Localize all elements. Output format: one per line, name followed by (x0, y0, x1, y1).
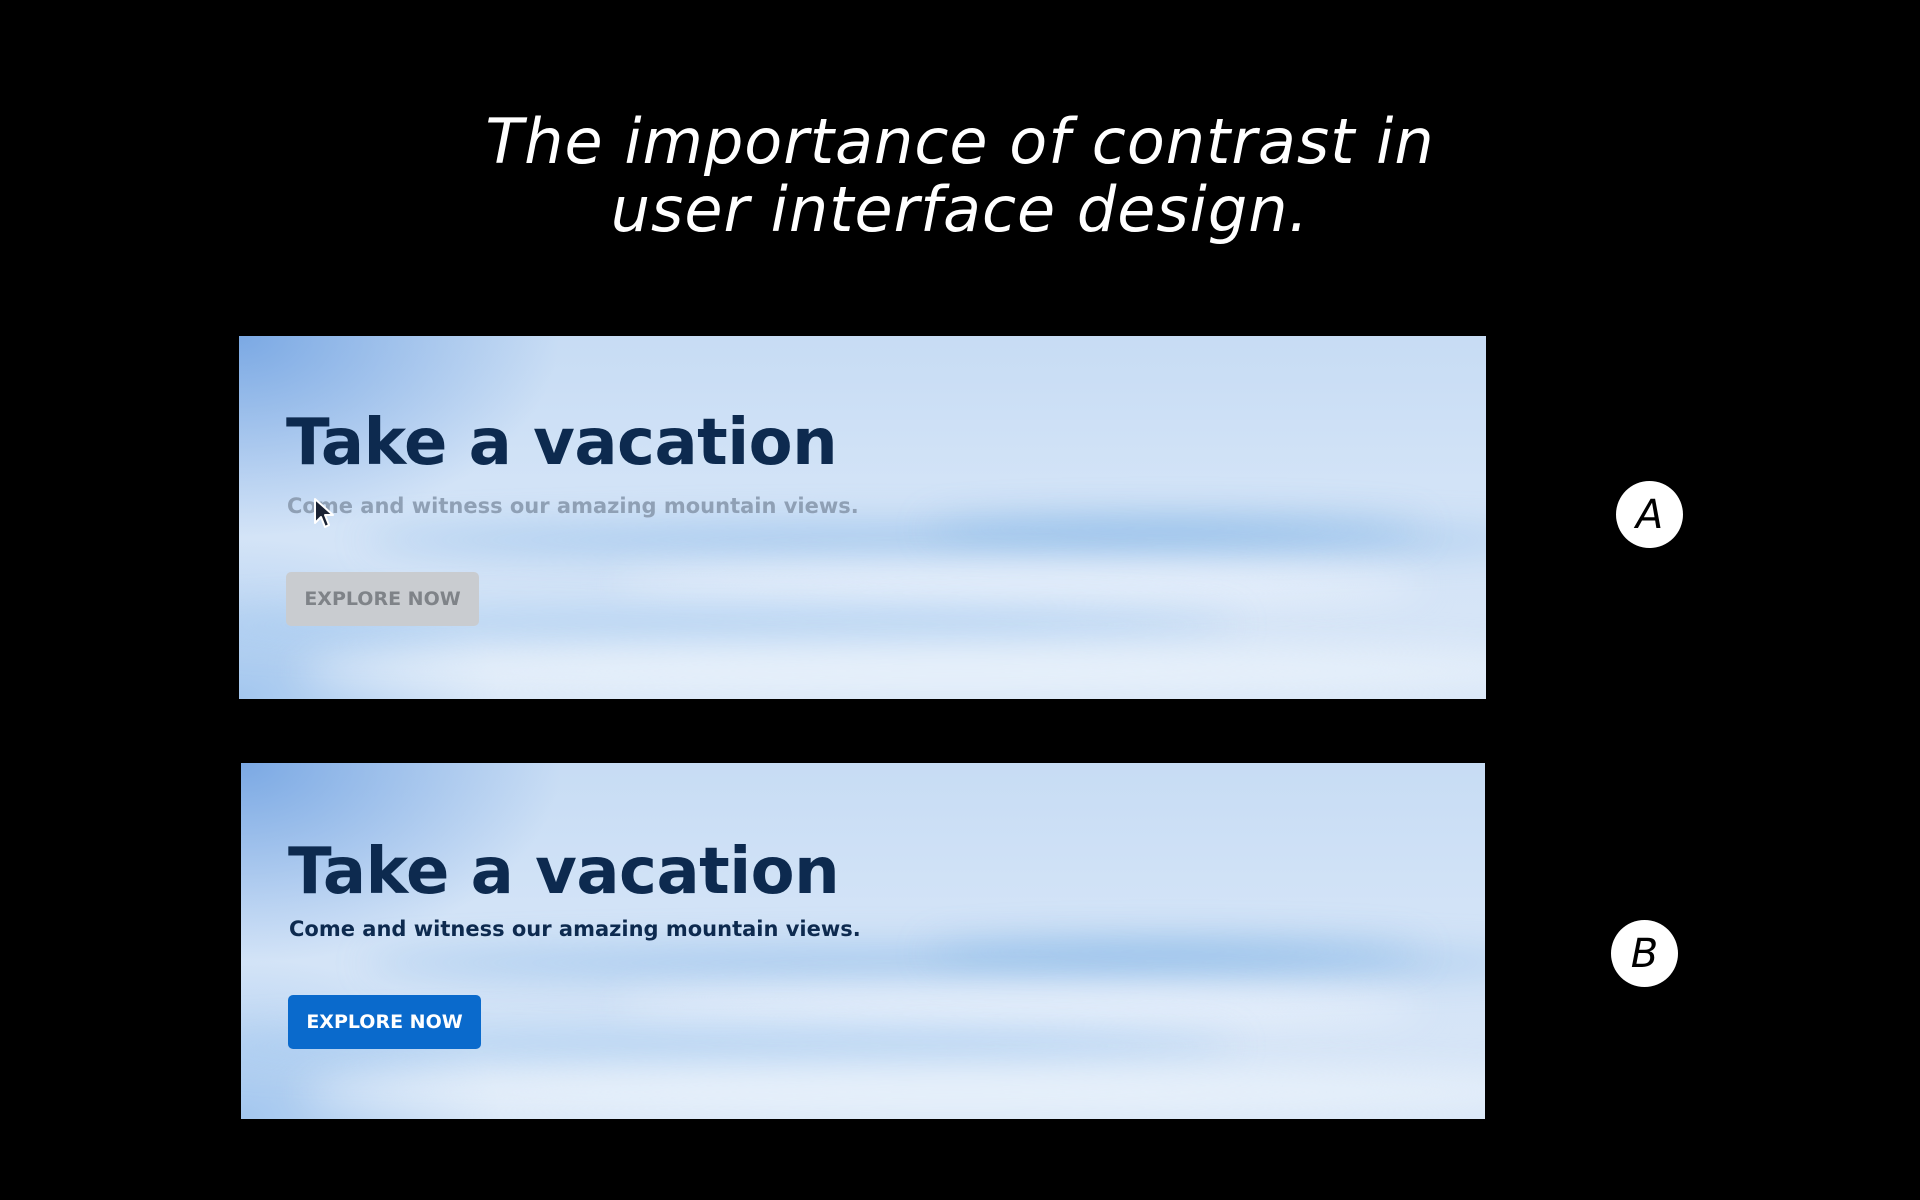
banner-a-low-contrast: Take a vacation Come and witness our ama… (239, 336, 1486, 699)
mouse-pointer-icon (314, 498, 334, 528)
page-title: The importance of contrast in user inter… (0, 108, 1920, 244)
banner-a-headline: Take a vacation (286, 406, 838, 480)
cloud-band (301, 648, 1486, 695)
banner-b-headline: Take a vacation (288, 835, 840, 909)
cloud-band (924, 517, 1424, 540)
banner-b-explore-button[interactable]: EXPLORE NOW (288, 995, 481, 1049)
label-a-badge: A (1616, 481, 1683, 548)
cloud-band (614, 990, 1423, 1025)
banner-a-subtitle: Come and witness our amazing mountain vi… (287, 494, 859, 518)
cloud-band (303, 1069, 1485, 1116)
banner-b-subtitle: Come and witness our amazing mountain vi… (289, 917, 861, 941)
cloud-band (613, 568, 1424, 603)
banner-a-explore-button[interactable]: EXPLORE NOW (286, 572, 479, 626)
cloud-band (925, 941, 1423, 963)
label-b-badge: B (1611, 920, 1678, 987)
banner-b-high-contrast: Take a vacation Come and witness our ama… (241, 763, 1485, 1119)
page-title-line-2: user interface design. (610, 173, 1310, 246)
page-title-line-1: The importance of contrast in (485, 105, 1435, 178)
